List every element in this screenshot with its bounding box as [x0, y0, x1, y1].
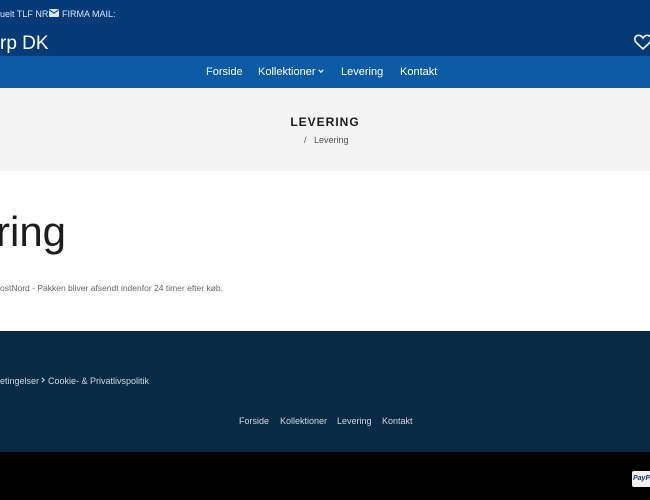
brand-logo[interactable]: rp DK [0, 33, 49, 55]
site-header: rp DK [0, 28, 650, 56]
phone-label: uelt TLF NR: [0, 9, 51, 19]
nav-kollektioner[interactable]: Kollektioner [258, 66, 325, 78]
top-info-bar: uelt TLF NR: FIRMA MAIL: [0, 0, 650, 28]
footer-nav-forside[interactable]: Forside [239, 416, 269, 426]
nav-kontakt[interactable]: Kontakt [400, 66, 437, 78]
footer-link-betingelser[interactable]: etingelser [0, 376, 39, 386]
nav-forside[interactable]: Forside [206, 66, 243, 78]
page-title-band: LEVERING / Levering [0, 88, 650, 171]
delivery-text: ostNord - Pakken bliver afsendt indenfor… [0, 283, 223, 293]
bottom-bar: PayPal [0, 452, 650, 500]
chevron-down-icon [318, 69, 325, 74]
main-navigation: Forside Kollektioner Levering Kontakt [0, 56, 650, 88]
content-heading: ring [0, 208, 67, 255]
nav-kollektioner-label: Kollektioner [258, 66, 316, 78]
footer-nav-kollektioner[interactable]: Kollektioner [280, 416, 327, 426]
breadcrumb-separator: / [304, 135, 307, 145]
breadcrumb-current: Levering [314, 135, 349, 145]
chevron-right-icon [41, 377, 46, 383]
paypal-badge: PayPal [632, 471, 650, 487]
page-title: LEVERING [290, 115, 360, 129]
site-footer: etingelser Cookie- & Privatlivspolitik F… [0, 331, 650, 452]
nav-levering[interactable]: Levering [341, 66, 383, 78]
footer-nav-levering[interactable]: Levering [337, 416, 372, 426]
breadcrumb: / Levering [304, 135, 349, 145]
mail-label: FIRMA MAIL: [62, 9, 116, 19]
mail-icon [49, 9, 59, 17]
footer-link-cookie-privacy[interactable]: Cookie- & Privatlivspolitik [48, 376, 149, 386]
footer-nav-kontakt[interactable]: Kontakt [382, 416, 413, 426]
wishlist-heart-icon[interactable] [634, 34, 650, 50]
main-content: ring ostNord - Pakken bliver afsendt ind… [0, 171, 650, 331]
